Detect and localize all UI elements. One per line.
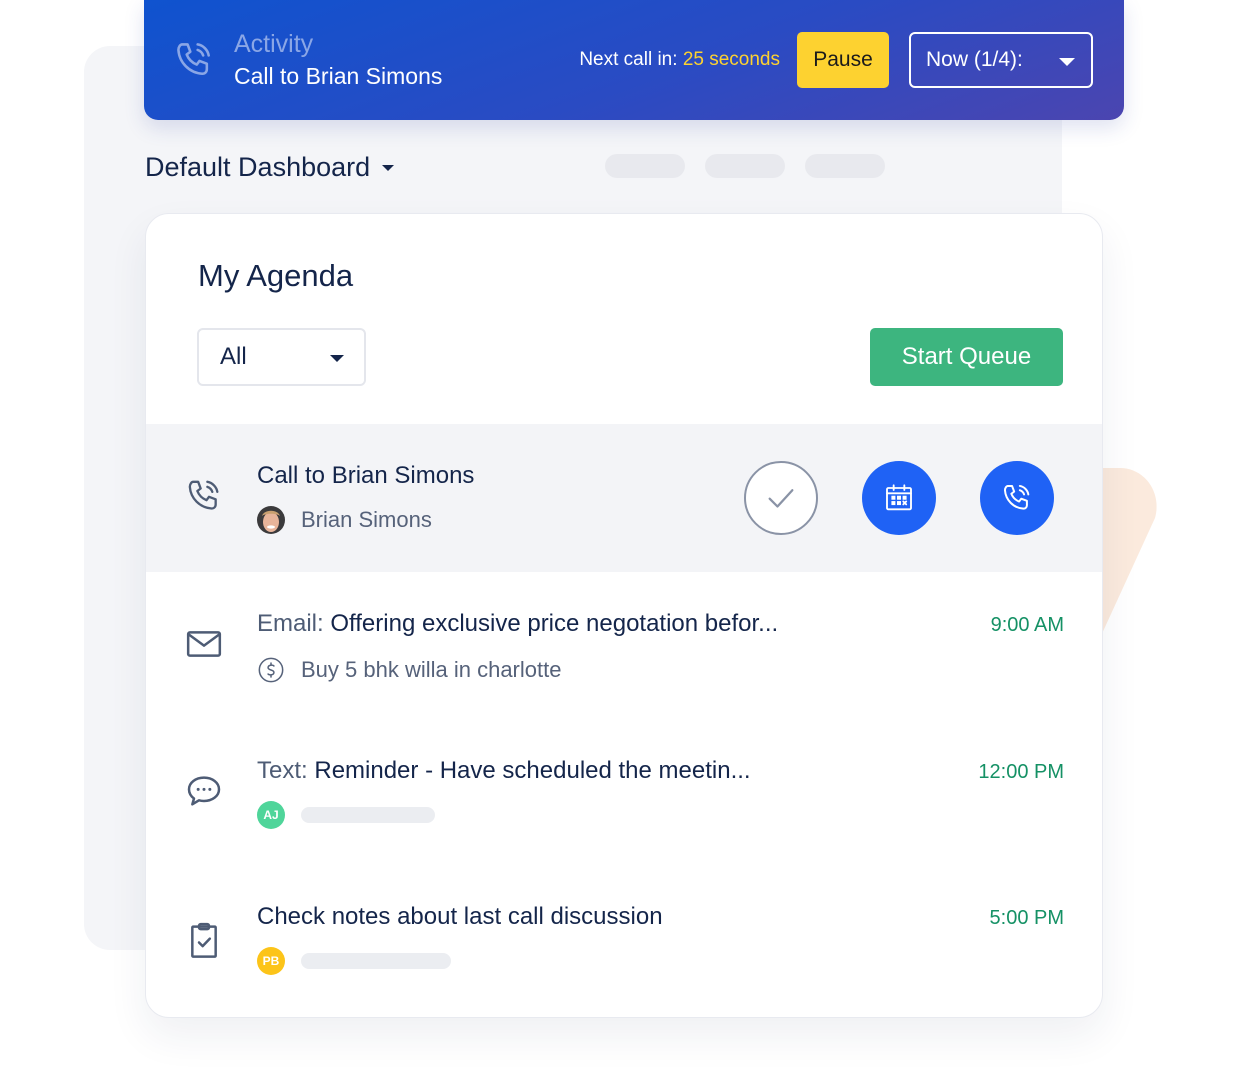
agenda-filter-value: All: [220, 343, 247, 370]
agenda-item-text[interactable]: Text: Reminder - Have scheduled the meet…: [146, 719, 1102, 865]
agenda-item-assignee: AJ: [257, 801, 435, 829]
decorative-shape: [1100, 468, 1157, 638]
agenda-item-deal: Buy 5 bhk willa in charlotte: [257, 656, 561, 684]
agenda-item-assignee: PB: [257, 947, 451, 975]
chat-bubble-icon: [187, 776, 221, 806]
queue-position-value: Now (1/4):: [926, 48, 1023, 71]
next-call-label: Next call in:: [579, 49, 678, 70]
avatar: PB: [257, 947, 285, 975]
agenda-item-title: Text: Reminder - Have scheduled the meet…: [257, 757, 751, 785]
activity-banner: Activity Call to Brian Simons Next call …: [144, 0, 1124, 120]
call-button[interactable]: [980, 461, 1054, 535]
agenda-item-call[interactable]: Call to Brian Simons Brian Simons: [146, 424, 1102, 572]
agenda-item-task[interactable]: Check notes about last call discussion P…: [146, 865, 1102, 1015]
clipboard-check-icon: [191, 922, 217, 958]
phone-call-icon: [1003, 484, 1030, 510]
agenda-item-kind: Email:: [257, 610, 324, 637]
queue-position-select[interactable]: Now (1/4):: [909, 32, 1093, 88]
reschedule-button[interactable]: [862, 461, 936, 535]
pause-button[interactable]: Pause: [797, 32, 889, 88]
agenda-item-title: Check notes about last call discussion: [257, 903, 663, 930]
complete-button[interactable]: [744, 461, 818, 535]
agenda-item-title: Email: Offering exclusive price negotati…: [257, 610, 778, 638]
chevron-down-icon: [1059, 58, 1075, 66]
placeholder-pill: [705, 154, 785, 178]
my-agenda-card: My Agenda All Start Queue Call to Brian …: [145, 213, 1103, 1018]
agenda-item-title: Call to Brian Simons: [257, 462, 475, 489]
dashboard-title: Default Dashboard: [145, 152, 371, 182]
chevron-down-icon: [330, 355, 344, 362]
next-call-text: Next call in: 25 seconds: [579, 49, 780, 71]
phone-call-icon: [177, 43, 210, 76]
placeholder-pill: [805, 154, 885, 178]
contact-name: Brian Simons: [301, 507, 432, 532]
calendar-icon: [886, 484, 912, 511]
agenda-item-time: 5:00 PM: [989, 907, 1064, 929]
start-queue-button[interactable]: Start Queue: [870, 328, 1063, 386]
envelope-icon: [186, 631, 222, 657]
agenda-item-time: 9:00 AM: [990, 614, 1064, 636]
deal-name[interactable]: Buy 5 bhk willa in charlotte: [301, 657, 561, 683]
agenda-item-kind: Text:: [257, 757, 308, 784]
banner-title: Call to Brian Simons: [234, 63, 443, 89]
agenda-item-email[interactable]: Email: Offering exclusive price negotati…: [146, 572, 1102, 719]
agenda-item-subject: Offering exclusive price negotation befo…: [330, 610, 779, 637]
placeholder-line: [301, 807, 435, 823]
banner-subtitle: Activity: [234, 30, 314, 58]
contact-avatar: [257, 506, 285, 534]
agenda-item-time: 12:00 PM: [978, 761, 1064, 783]
agenda-item-subject: Reminder - Have scheduled the meetin...: [314, 757, 751, 784]
checkmark-icon: [768, 489, 794, 508]
agenda-filter-select[interactable]: All: [197, 328, 366, 386]
dollar-circle-icon: [258, 657, 284, 683]
phone-call-icon: [188, 480, 219, 510]
agenda-title: My Agenda: [198, 258, 354, 293]
dashboard-selector[interactable]: Default Dashboard: [145, 152, 395, 183]
placeholder-pill: [605, 154, 685, 178]
next-call-countdown: 25 seconds: [682, 49, 780, 70]
avatar: AJ: [257, 801, 285, 829]
agenda-item-contact: Brian Simons: [257, 506, 432, 534]
chevron-down-icon: [382, 164, 395, 171]
placeholder-line: [301, 953, 451, 969]
